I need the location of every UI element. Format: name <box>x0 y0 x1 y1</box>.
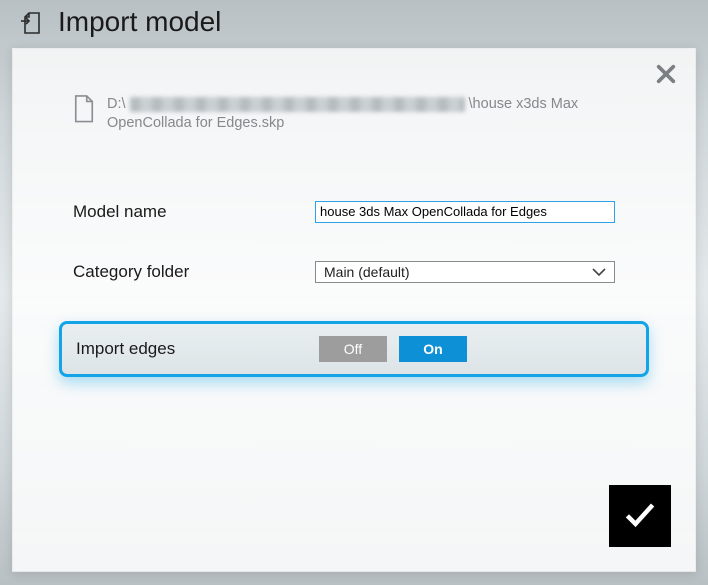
category-select[interactable]: Main (default) <box>315 261 615 283</box>
dialog-panel: D:\\house x3ds Max OpenCollada for Edges… <box>12 48 696 572</box>
model-name-label: Model name <box>73 202 315 222</box>
model-name-row: Model name <box>73 201 635 223</box>
file-path: D:\\house x3ds Max OpenCollada for Edges… <box>107 95 607 133</box>
category-label: Category folder <box>73 262 315 282</box>
file-path-prefix: D:\ <box>107 96 126 112</box>
confirm-button[interactable] <box>609 485 671 547</box>
close-button[interactable] <box>655 63 677 85</box>
category-value: Main (default) <box>324 264 410 280</box>
import-edges-off-button[interactable]: Off <box>319 336 387 362</box>
category-row: Category folder Main (default) <box>73 261 635 283</box>
model-name-input[interactable] <box>315 201 615 223</box>
import-edges-on-button[interactable]: On <box>399 336 467 362</box>
import-edges-section: Import edges Off On <box>59 321 649 377</box>
file-icon <box>73 95 95 123</box>
file-path-row: D:\\house x3ds Max OpenCollada for Edges… <box>13 49 695 133</box>
check-icon <box>622 496 658 537</box>
import-edges-toggle: Off On <box>319 336 467 362</box>
chevron-down-icon <box>592 264 606 280</box>
dialog-title: Import model <box>58 6 221 38</box>
dialog-header: Import model <box>0 0 708 52</box>
file-path-redacted <box>130 97 465 112</box>
import-icon <box>20 11 44 35</box>
import-edges-label: Import edges <box>76 339 319 359</box>
close-icon <box>655 72 677 89</box>
